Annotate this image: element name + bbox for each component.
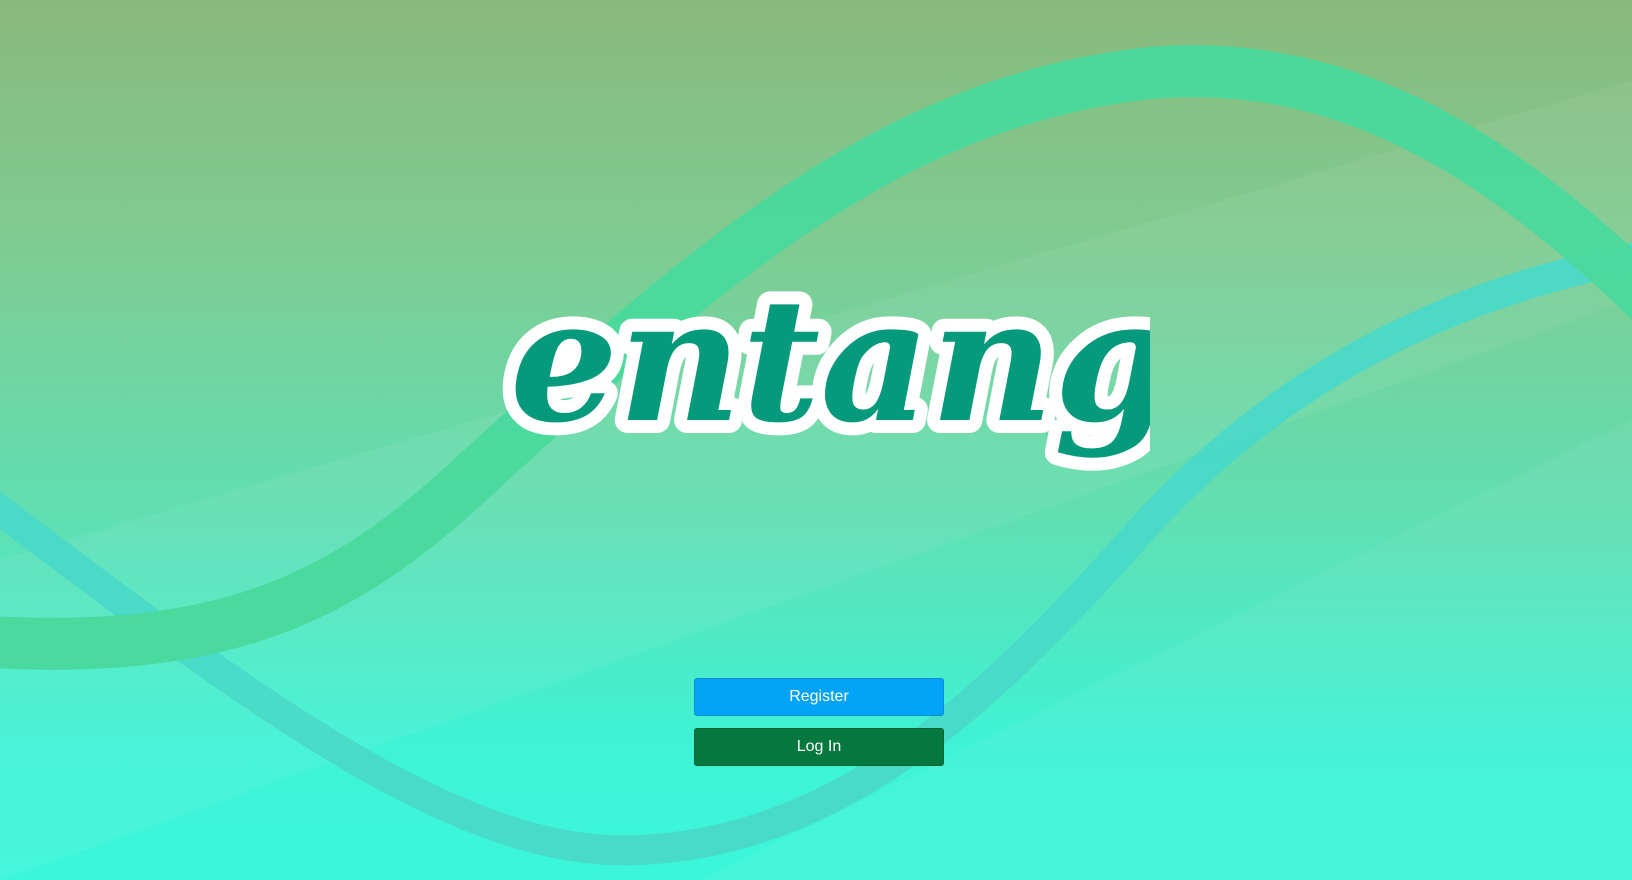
entangle-logo: entangle entangle	[497, 250, 1150, 474]
register-button[interactable]: Register	[694, 678, 944, 716]
auth-buttons: Register Log In	[694, 678, 944, 766]
logo-fill-text: entangle	[510, 261, 1150, 461]
login-button[interactable]: Log In	[694, 728, 944, 766]
landing-screen: entangle entangle Register Log In	[0, 0, 1632, 880]
entangle-logo-fill: entangle	[510, 261, 1150, 461]
